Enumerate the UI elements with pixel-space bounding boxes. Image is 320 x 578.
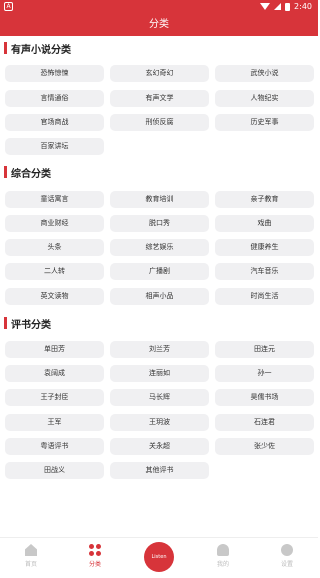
category-chip[interactable]: 刘兰芳	[110, 341, 209, 358]
category-chip[interactable]: 百家讲坛	[5, 138, 104, 155]
category-chip[interactable]: 张少佐	[215, 438, 314, 455]
category-chip[interactable]: 玄幻奇幻	[110, 65, 209, 82]
category-chip[interactable]: 关永超	[110, 438, 209, 455]
category-chip[interactable]: 言情通俗	[5, 90, 104, 107]
category-chip[interactable]: 有声文学	[110, 90, 209, 107]
nav-settings[interactable]: 设置	[267, 544, 307, 568]
category-chip[interactable]: 人物纪实	[215, 90, 314, 107]
category-chip[interactable]: 田战义	[5, 462, 104, 479]
section-title-audio-novel: 有声小说分类	[4, 41, 71, 56]
category-chip[interactable]: 昊儒书场	[215, 389, 314, 406]
category-chip[interactable]: 官场商战	[5, 114, 104, 131]
category-chip[interactable]: 连丽如	[110, 365, 209, 382]
listen-center-button[interactable]: Listen	[144, 542, 174, 572]
category-chip[interactable]: 脱口秀	[110, 215, 209, 232]
category-chip[interactable]: 综艺娱乐	[110, 239, 209, 256]
category-chip[interactable]: 英文读物	[5, 288, 104, 305]
battery-icon	[285, 2, 291, 11]
status-bar: A 2:40	[0, 0, 318, 14]
category-chip[interactable]: 田连元	[215, 341, 314, 358]
section-accent-bar	[4, 317, 7, 329]
category-chip[interactable]: 单田芳	[5, 341, 104, 358]
category-chip[interactable]: 童话寓言	[5, 191, 104, 208]
wifi-icon	[260, 3, 271, 10]
gear-icon	[281, 544, 293, 556]
section-title-general: 综合分类	[4, 165, 51, 180]
user-icon	[217, 544, 229, 556]
nav-mine[interactable]: 我的	[203, 544, 243, 568]
category-chip[interactable]: 相声小品	[110, 288, 209, 305]
category-chip[interactable]: 时尚生活	[215, 288, 314, 305]
category-chip[interactable]: 刑侦反腐	[110, 114, 209, 131]
category-chip[interactable]: 商业财经	[5, 215, 104, 232]
category-chip[interactable]: 石连君	[215, 414, 314, 431]
page-title: 分类	[149, 19, 169, 30]
category-chip[interactable]: 亲子教育	[215, 191, 314, 208]
bottom-nav: 首页 分类 Listen 我的 设置	[0, 537, 318, 578]
category-chip[interactable]: 二人转	[5, 263, 104, 280]
page-header: 分类	[0, 14, 318, 36]
category-chip[interactable]: 马长辉	[110, 389, 209, 406]
category-chip[interactable]: 武侠小说	[215, 65, 314, 82]
category-chip[interactable]: 孙一	[215, 365, 314, 382]
category-chip[interactable]: 头条	[5, 239, 104, 256]
status-time: 2:40	[294, 2, 312, 11]
category-grid-icon	[89, 544, 101, 556]
category-chip[interactable]: 王军	[5, 414, 104, 431]
category-chip[interactable]: 汽车音乐	[215, 263, 314, 280]
category-chip[interactable]: 健康养生	[215, 239, 314, 256]
category-chip[interactable]: 袁阔成	[5, 365, 104, 382]
section-accent-bar	[4, 166, 7, 178]
category-chip[interactable]: 其他评书	[110, 462, 209, 479]
app-notification-icon: A	[4, 2, 13, 11]
section-title-storytelling: 评书分类	[4, 316, 51, 331]
category-chip[interactable]: 王子封臣	[5, 389, 104, 406]
section-accent-bar	[4, 42, 7, 54]
category-chip[interactable]: 恐怖惊悚	[5, 65, 104, 82]
category-chip[interactable]: 广播剧	[110, 263, 209, 280]
category-chip[interactable]: 粤语评书	[5, 438, 104, 455]
nav-home[interactable]: 首页	[11, 544, 51, 568]
category-chip[interactable]: 戏曲	[215, 215, 314, 232]
nav-category[interactable]: 分类	[75, 544, 115, 568]
category-chip[interactable]: 王玥波	[110, 414, 209, 431]
signal-icon	[274, 3, 282, 10]
category-chip[interactable]: 历史军事	[215, 114, 314, 131]
home-icon	[25, 544, 37, 556]
category-chip[interactable]: 教育培训	[110, 191, 209, 208]
